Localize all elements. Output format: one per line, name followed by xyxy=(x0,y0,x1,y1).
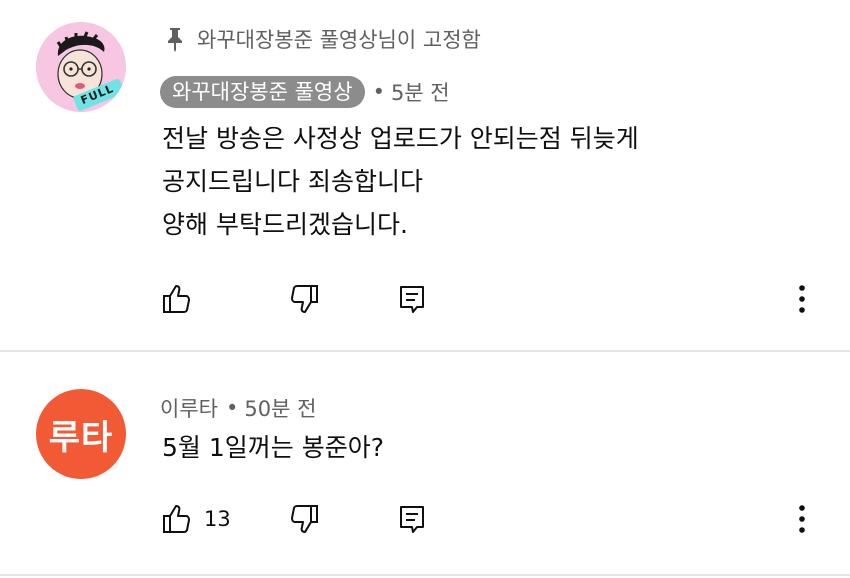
dislike-button[interactable] xyxy=(287,279,321,319)
thumbs-down-icon xyxy=(287,282,321,316)
reply-icon xyxy=(397,283,427,315)
comment-text: 5월 1일꺼는 봉준아? xyxy=(162,433,384,462)
pinned-label: 와꾸대장봉준 풀영상님이 고정함 xyxy=(197,28,481,52)
like-count: 13 xyxy=(204,507,231,531)
comment-actions xyxy=(160,279,850,319)
like-button[interactable]: 13 xyxy=(160,499,231,539)
more-options-button[interactable] xyxy=(797,499,807,539)
comment-header: 이루타 • 50분 전 xyxy=(160,393,316,423)
comment-actions: 13 xyxy=(160,499,850,539)
comment-item-pinned: FULL 와꾸대장봉준 풀영상님이 고정함 와꾸대장봉준 풀영상 • 5분 전 … xyxy=(0,0,850,350)
author-name-chip[interactable]: 와꾸대장봉준 풀영상 xyxy=(160,76,365,108)
comment-item: 루타 이루타 • 50분 전 5월 1일꺼는 봉준아? 13 xyxy=(0,352,850,578)
comment-header: 와꾸대장봉준 풀영상 • 5분 전 xyxy=(160,76,450,108)
comment-time[interactable]: 5분 전 xyxy=(391,77,450,107)
more-options-button[interactable] xyxy=(797,279,807,319)
comment-text: 전날 방송은 사정상 업로드가 안되는점 뒤늦게 공지드립니다 죄송합니다 양해… xyxy=(162,124,639,239)
pinned-indicator: 와꾸대장봉준 풀영상님이 고정함 xyxy=(165,24,481,54)
pin-icon xyxy=(165,26,185,52)
reply-button[interactable] xyxy=(397,499,427,539)
separator-dot: • xyxy=(225,396,239,420)
thumbs-up-icon xyxy=(160,502,194,536)
separator-dot: • xyxy=(372,80,385,104)
thumbs-up-icon xyxy=(160,282,194,316)
avatar[interactable]: FULL xyxy=(36,22,126,112)
reply-icon xyxy=(397,503,427,535)
thumbs-down-icon xyxy=(287,502,321,536)
author-name[interactable]: 이루타 xyxy=(160,393,218,423)
avatar-text: 루타 xyxy=(48,417,114,458)
reply-button[interactable] xyxy=(397,279,427,319)
more-vert-icon xyxy=(797,284,807,314)
avatar[interactable]: 루타 xyxy=(36,389,126,479)
like-button[interactable] xyxy=(160,279,204,319)
more-vert-icon xyxy=(797,504,807,534)
comment-time[interactable]: 50분 전 xyxy=(244,393,316,423)
dislike-button[interactable] xyxy=(287,499,321,539)
comment-divider xyxy=(0,574,850,576)
